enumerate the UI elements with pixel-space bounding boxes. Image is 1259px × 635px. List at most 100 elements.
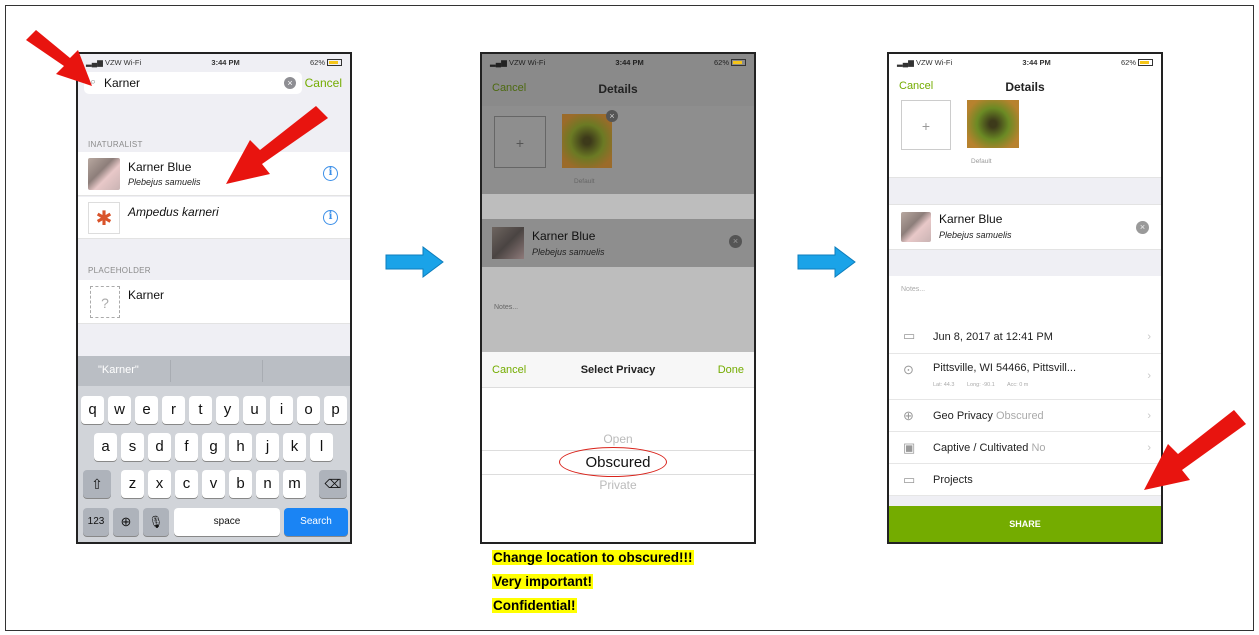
folder-icon: ▭	[903, 472, 916, 487]
space-key[interactable]: space	[174, 508, 280, 536]
notes-field[interactable]: Notes...	[889, 276, 1161, 322]
picker-title: Select Privacy	[580, 364, 656, 376]
flow-arrow-icon	[797, 246, 856, 278]
projects-row[interactable]: ▭ Projects	[889, 464, 1161, 496]
battery-icon	[1138, 59, 1153, 67]
captive-icon: ▣	[903, 440, 916, 455]
key-s[interactable]: s	[121, 433, 144, 461]
add-photo-button[interactable]: +	[901, 100, 951, 150]
photo-area: + × Default	[482, 106, 754, 194]
numbers-key[interactable]: 123	[83, 508, 109, 536]
suggestion-divider	[262, 360, 263, 382]
cancel-button[interactable]: Cancel	[305, 76, 342, 90]
location-row[interactable]: ⊙ Pittsville, WI 54466, Pittsvill... Lat…	[889, 354, 1161, 400]
instruction-note: Change location to obscured!!!	[492, 550, 694, 565]
key-k[interactable]: k	[283, 433, 306, 461]
status-bar: ▂▄▆ VZW Wi-Fi 3:44 PM 62%	[78, 54, 350, 70]
key-z[interactable]: z	[121, 470, 144, 498]
search-key[interactable]: Search	[284, 508, 348, 536]
page-title: Details	[1005, 80, 1045, 94]
key-o[interactable]: o	[297, 396, 320, 424]
picker-option-private[interactable]: Private	[482, 478, 754, 492]
add-photo-button[interactable]: +	[494, 116, 546, 168]
signal-icon: ▂▄▆	[897, 57, 916, 67]
suggestion-bar: "Karner"	[78, 356, 350, 386]
remove-photo-icon[interactable]: ×	[606, 110, 618, 122]
nav-bar: Cancel Details	[482, 70, 754, 106]
backspace-key[interactable]: ⌫	[319, 470, 347, 498]
key-b[interactable]: b	[229, 470, 252, 498]
microphone-key[interactable]: 🎙	[143, 508, 169, 536]
battery-icon	[731, 59, 746, 67]
photo-area: + Default	[889, 100, 1161, 178]
key-v[interactable]: v	[202, 470, 225, 498]
key-j[interactable]: j	[256, 433, 279, 461]
nav-bar: Cancel Details	[889, 70, 1161, 100]
default-label: Default	[971, 158, 992, 165]
unknown-taxon-icon: ?	[90, 286, 120, 318]
key-e[interactable]: e	[135, 396, 158, 424]
key-r[interactable]: r	[162, 396, 185, 424]
notes-field[interactable]: Notes...	[494, 304, 518, 311]
taxon-thumbnail	[88, 158, 120, 190]
key-a[interactable]: a	[94, 433, 117, 461]
key-t[interactable]: t	[189, 396, 212, 424]
key-l[interactable]: l	[310, 433, 333, 461]
taxon-thumbnail	[492, 227, 524, 259]
privacy-picker-sheet: Cancel Select Privacy Done Open Obscured…	[482, 352, 754, 542]
info-icon[interactable]: i	[323, 210, 338, 225]
picker-done-button[interactable]: Done	[718, 364, 744, 376]
key-w[interactable]: w	[108, 396, 131, 424]
date-row[interactable]: ▭ Jun 8, 2017 at 12:41 PM ›	[889, 320, 1161, 354]
clear-icon[interactable]: ×	[284, 77, 296, 89]
share-button[interactable]: SHARE	[889, 506, 1161, 542]
red-pointer-arrow-icon	[26, 30, 92, 86]
calendar-icon: ▭	[903, 328, 916, 343]
insect-icon: ✱	[88, 202, 120, 234]
key-q[interactable]: q	[81, 396, 104, 424]
globe-key[interactable]: ⊕	[113, 508, 139, 536]
chevron-right-icon: ›	[1147, 370, 1151, 382]
globe-icon: ⊕	[903, 408, 914, 423]
default-label: Default	[574, 178, 595, 185]
list-item-ampedus[interactable]: ✱ Ampedus karneri i	[78, 197, 350, 239]
photo-thumbnail[interactable]	[562, 114, 612, 168]
key-i[interactable]: i	[270, 396, 293, 424]
key-x[interactable]: x	[148, 470, 171, 498]
location-pin-icon: ⊙	[903, 362, 914, 377]
clear-taxon-icon[interactable]: ×	[1136, 221, 1149, 234]
picker-toolbar: Cancel Select Privacy Done	[482, 352, 754, 388]
picker-option-open[interactable]: Open	[482, 432, 754, 446]
key-m[interactable]: m	[283, 470, 306, 498]
clear-taxon-icon[interactable]: ×	[729, 235, 742, 248]
section-header-placeholder: PLACEHOLDER	[88, 266, 151, 275]
battery-icon	[327, 59, 342, 67]
red-pointer-arrow-icon	[226, 106, 328, 184]
captive-row[interactable]: ▣ Captive / Cultivated No ›	[889, 432, 1161, 464]
key-d[interactable]: d	[148, 433, 171, 461]
section-header-inaturalist: INATURALIST	[88, 140, 143, 149]
taxon-row[interactable]: Karner Blue Plebejus samuelis ×	[482, 219, 754, 267]
photo-thumbnail[interactable]	[967, 100, 1019, 148]
key-n[interactable]: n	[256, 470, 279, 498]
key-g[interactable]: g	[202, 433, 225, 461]
suggestion-divider	[170, 360, 171, 382]
suggestion-item[interactable]: "Karner"	[98, 364, 139, 376]
taxon-row[interactable]: Karner Blue Plebejus samuelis ×	[889, 204, 1161, 250]
taxon-thumbnail	[901, 212, 931, 242]
key-h[interactable]: h	[229, 433, 252, 461]
key-y[interactable]: y	[216, 396, 239, 424]
key-c[interactable]: c	[175, 470, 198, 498]
key-p[interactable]: p	[324, 396, 347, 424]
search-input[interactable]: Karner	[104, 76, 140, 90]
key-f[interactable]: f	[175, 433, 198, 461]
instruction-note: Confidential!	[492, 598, 577, 613]
key-u[interactable]: u	[243, 396, 266, 424]
list-item-placeholder[interactable]: ? Karner	[78, 280, 350, 324]
phone-screen-details: ▂▄▆ VZW Wi-Fi 3:44 PM 62% Cancel Details…	[887, 52, 1163, 544]
chevron-right-icon: ›	[1147, 331, 1151, 343]
geo-privacy-row[interactable]: ⊕ Geo Privacy Obscured ›	[889, 400, 1161, 432]
shift-key[interactable]: ⇧	[83, 470, 111, 498]
instruction-note: Very important!	[492, 574, 594, 589]
phone-screen-privacy-picker: ▂▄▆ VZW Wi-Fi 3:44 PM 62% Cancel Details…	[480, 52, 756, 544]
